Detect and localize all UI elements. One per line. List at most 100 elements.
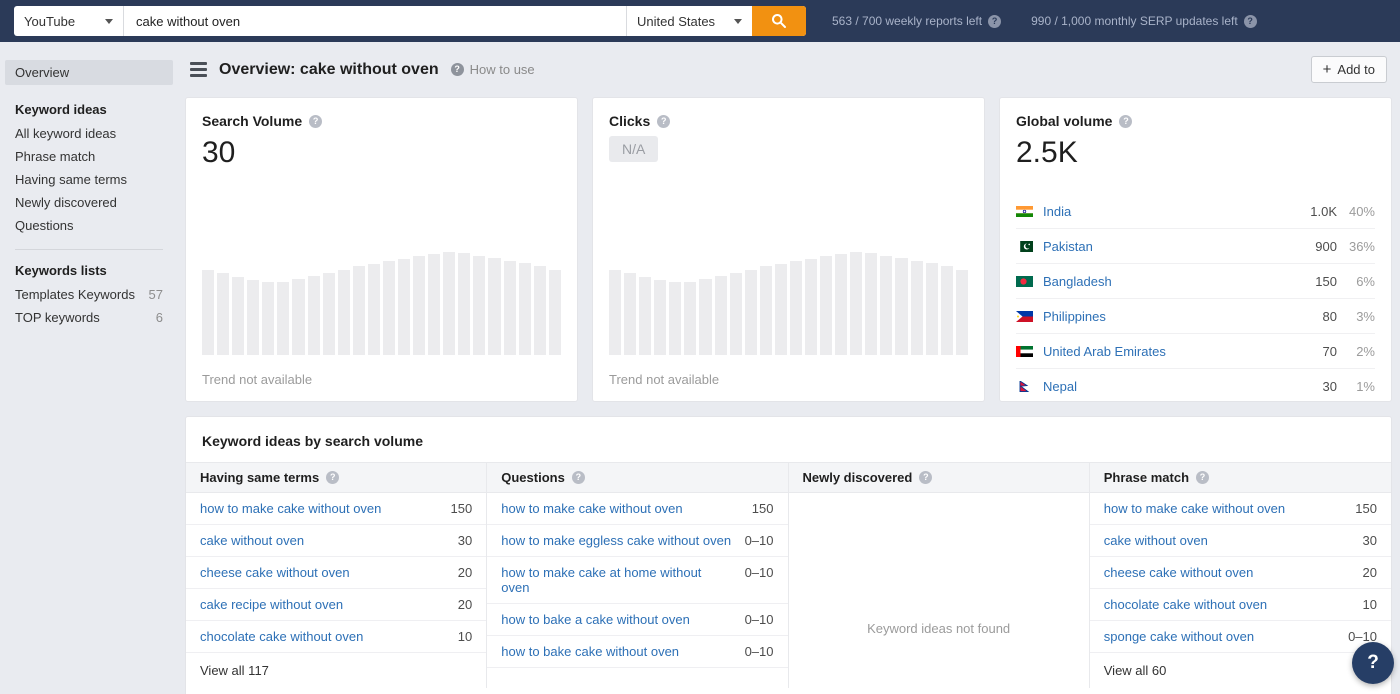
trend-bar	[277, 282, 289, 355]
sidebar-item-newly-discovered[interactable]: Newly discovered	[0, 191, 178, 214]
question-icon[interactable]: ?	[1119, 115, 1132, 128]
trend-bar	[247, 280, 259, 355]
trend-bar	[880, 256, 892, 355]
flag-uae	[1016, 346, 1033, 357]
magnifier-icon	[771, 13, 787, 29]
country-percent: 1%	[1337, 379, 1375, 394]
question-icon[interactable]: ?	[1244, 15, 1257, 28]
keyword-link[interactable]: how to make eggless cake without oven	[501, 533, 731, 548]
keyword-link[interactable]: cake without oven	[1104, 533, 1208, 548]
keyword-volume: 0–10	[745, 612, 774, 627]
question-icon[interactable]: ?	[988, 15, 1001, 28]
add-to-button[interactable]: + Add to	[1311, 56, 1387, 83]
country-select[interactable]: United States	[626, 6, 752, 36]
keyword-link[interactable]: cake without oven	[200, 533, 304, 548]
keyword-link[interactable]: chocolate cake without oven	[200, 629, 363, 644]
keyword-link[interactable]: how to make cake at home without oven	[501, 565, 732, 595]
trend-note: Trend not available	[609, 372, 719, 387]
keyword-row: how to bake cake without oven0–10	[487, 636, 787, 668]
keyword-link[interactable]: sponge cake without oven	[1104, 629, 1254, 644]
country-link[interactable]: Bangladesh	[1043, 274, 1315, 289]
sidebar-item-count: 6	[156, 310, 163, 325]
view-all-link[interactable]: View all 60	[1090, 653, 1391, 688]
country-select-value: United States	[637, 14, 715, 29]
country-percent: 6%	[1337, 274, 1375, 289]
sidebar-item-top-keywords[interactable]: TOP keywords 6	[0, 306, 178, 329]
flag-india	[1016, 206, 1033, 217]
trend-bar	[790, 261, 802, 355]
country-percent: 40%	[1337, 204, 1375, 219]
search-input[interactable]	[124, 6, 626, 36]
keyword-row: how to bake a cake without oven 0–10	[487, 604, 787, 636]
country-link[interactable]: India	[1043, 204, 1310, 219]
country-link[interactable]: United Arab Emirates	[1043, 344, 1323, 359]
sidebar-item-label: Having same terms	[15, 172, 127, 187]
question-icon[interactable]: ?	[572, 471, 585, 484]
trend-bar	[202, 270, 214, 355]
keyword-link[interactable]: how to make cake without oven	[501, 501, 682, 516]
menu-icon[interactable]	[190, 62, 207, 77]
empty-state-text: Keyword ideas not found	[789, 493, 1089, 636]
keyword-volume: 150	[752, 501, 774, 516]
sidebar-item-count: 57	[149, 287, 163, 302]
trend-bar	[639, 277, 651, 355]
ideas-column-questions: Questions? how to make cake without oven 1…	[487, 462, 788, 688]
trend-bar	[368, 264, 380, 355]
trend-bar	[956, 270, 968, 355]
ideas-column-having-same-terms: Having same terms?how to make cake witho…	[186, 462, 487, 688]
engine-select[interactable]: YouTube	[14, 6, 124, 36]
keyword-link[interactable]: how to bake cake without oven	[501, 644, 679, 659]
serp-updates-label: 990 / 1,000 monthly SERP updates left	[1031, 14, 1238, 28]
help-fab[interactable]: ?	[1352, 642, 1394, 684]
sidebar-item-all-keyword-ideas[interactable]: All keyword ideas	[0, 122, 178, 145]
keyword-link[interactable]: cake recipe without oven	[200, 597, 343, 612]
view-all-link[interactable]: View all 117	[186, 653, 486, 688]
question-icon[interactable]: ?	[919, 471, 932, 484]
ideas-column-title: Questions	[501, 470, 565, 485]
trend-bar	[926, 263, 938, 355]
country-link[interactable]: Nepal	[1043, 379, 1323, 394]
trend-bar	[353, 266, 365, 355]
trend-bar	[699, 279, 711, 355]
trend-bar	[413, 256, 425, 355]
keyword-link[interactable]: how to bake a cake without oven	[501, 612, 690, 627]
keyword-link[interactable]: chocolate cake without oven	[1104, 597, 1267, 612]
clicks-trend-chart	[609, 252, 968, 355]
trend-bar	[338, 270, 350, 355]
sidebar-group-title: Keyword ideas	[0, 89, 178, 122]
country-row: Pakistan90036%	[1016, 229, 1375, 264]
trend-bar	[730, 273, 742, 355]
trend-bar	[473, 256, 485, 355]
keyword-link[interactable]: cheese cake without oven	[1104, 565, 1254, 580]
sidebar-item-questions[interactable]: Questions	[0, 214, 178, 237]
country-percent: 2%	[1337, 344, 1375, 359]
sidebar-item-label: TOP keywords	[15, 310, 100, 325]
keyword-link[interactable]: how to make cake without oven	[1104, 501, 1285, 516]
search-button[interactable]	[752, 6, 806, 36]
sidebar-item-templates-keywords[interactable]: Templates Keywords57	[0, 283, 178, 306]
sidebar-item-overview[interactable]: Overview	[5, 60, 173, 85]
country-link[interactable]: Pakistan	[1043, 239, 1315, 254]
question-icon: ?	[451, 63, 464, 76]
keyword-link[interactable]: how to make cake without oven	[200, 501, 381, 516]
quota-area: 563 / 700 weekly reports left ? 990 / 1,…	[832, 14, 1257, 28]
keyword-link[interactable]: cheese cake without oven	[200, 565, 350, 580]
sidebar-item-having-same-terms[interactable]: Having same terms	[0, 168, 178, 191]
trend-note: Trend not available	[202, 372, 312, 387]
global-volume-title: Global volume	[1016, 113, 1112, 129]
sidebar-item-phrase-match[interactable]: Phrase match	[0, 145, 178, 168]
country-link[interactable]: Philippines	[1043, 309, 1323, 324]
trend-bar	[458, 253, 470, 355]
keyword-row: cake recipe without oven20	[186, 589, 486, 621]
trend-bar	[850, 252, 862, 355]
question-icon[interactable]: ?	[657, 115, 670, 128]
weekly-reports-quota: 563 / 700 weekly reports left ?	[832, 14, 1001, 28]
trend-bar	[775, 264, 787, 355]
trend-bar	[232, 277, 244, 355]
question-icon[interactable]: ?	[1196, 471, 1209, 484]
question-icon[interactable]: ?	[326, 471, 339, 484]
trend-bar	[504, 261, 516, 355]
country-row: India1.0K40%	[1016, 194, 1375, 229]
how-to-use-link[interactable]: ? How to use	[451, 62, 535, 77]
question-icon[interactable]: ?	[309, 115, 322, 128]
